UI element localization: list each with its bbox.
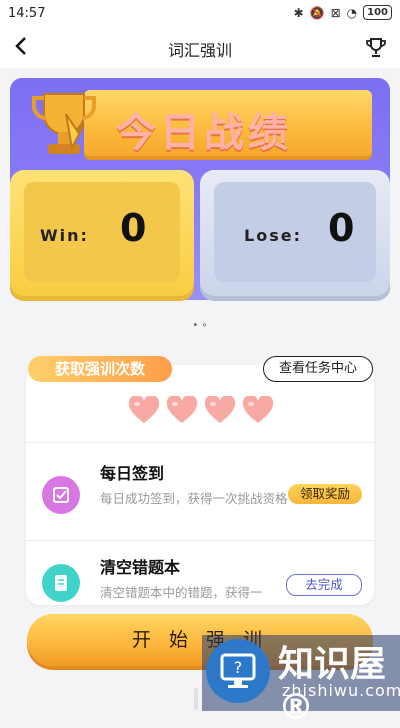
today-record-card: 今日战绩 Win: 0 Lose: 0 [10, 78, 390, 300]
page-title: 词汇强训 [167, 41, 232, 60]
nav-bar: 词汇强训 [0, 28, 400, 68]
task-name: 每日签到 [100, 464, 165, 483]
get-training-count-badge: 获取强训次数 [28, 356, 172, 382]
win-label: Win: [40, 226, 89, 245]
alarm-icon: ⊠ [330, 5, 341, 20]
wifi-icon: ◔ [346, 5, 358, 20]
hearts-row [128, 396, 274, 424]
task-item-clear-mistakes: 清空错题本 清空错题本中的错题，获得一 去完成 [26, 548, 374, 604]
status-icons: ✱ 🔕 ⊠ ◔ 100 [294, 5, 392, 20]
go-complete-button[interactable]: 去完成 [286, 574, 362, 596]
record-title: 今日战绩 [116, 110, 292, 156]
trophy-button[interactable] [364, 36, 388, 60]
checkin-icon [42, 476, 80, 514]
pager-dots: • ∘ [192, 320, 208, 331]
task-item-daily-checkin: 每日签到 每日成功签到，获得一次挑战资格 领取奖励 [26, 452, 374, 538]
task-name: 清空错题本 [100, 558, 181, 577]
notebook-icon [42, 564, 80, 602]
trophy-icon [366, 38, 386, 57]
gold-cup-icon [32, 93, 96, 154]
scroll-indicator [194, 688, 198, 710]
heart-icon [242, 396, 274, 423]
status-time: 14:57 [8, 6, 46, 21]
watermark: ? 知识屋® zhishiwu.com [202, 635, 400, 728]
heart-icon [166, 396, 198, 423]
lose-label: Lose: [244, 226, 302, 245]
claim-reward-button[interactable]: 领取奖励 [288, 484, 362, 504]
task-center-button[interactable]: 查看任务中心 [263, 356, 373, 382]
heart-icon [128, 396, 160, 423]
task-desc: 清空错题本中的错题，获得一 [100, 585, 263, 600]
task-desc: 每日成功签到，获得一次挑战资格 [100, 491, 288, 506]
lose-panel-inner: Lose: 0 [214, 182, 376, 282]
record-title-banner: 今日战绩 [84, 90, 372, 160]
divider [26, 540, 374, 541]
divider [26, 442, 374, 443]
lose-panel: Lose: 0 [200, 170, 390, 296]
status-bar: 14:57 ✱ 🔕 ⊠ ◔ 100 [0, 0, 400, 28]
heart-icon [204, 396, 236, 423]
battery-indicator: 100 [363, 5, 392, 20]
watermark-subtitle: zhishiwu.com [282, 681, 400, 700]
win-panel: Win: 0 [10, 170, 194, 296]
bluetooth-icon: ✱ [293, 5, 304, 20]
mute-icon: 🔕 [309, 5, 325, 20]
help-monitor-icon: ? [206, 639, 270, 703]
win-value: 0 [120, 206, 147, 250]
lose-value: 0 [328, 206, 355, 250]
svg-text:?: ? [234, 658, 243, 677]
win-panel-inner: Win: 0 [24, 182, 180, 282]
